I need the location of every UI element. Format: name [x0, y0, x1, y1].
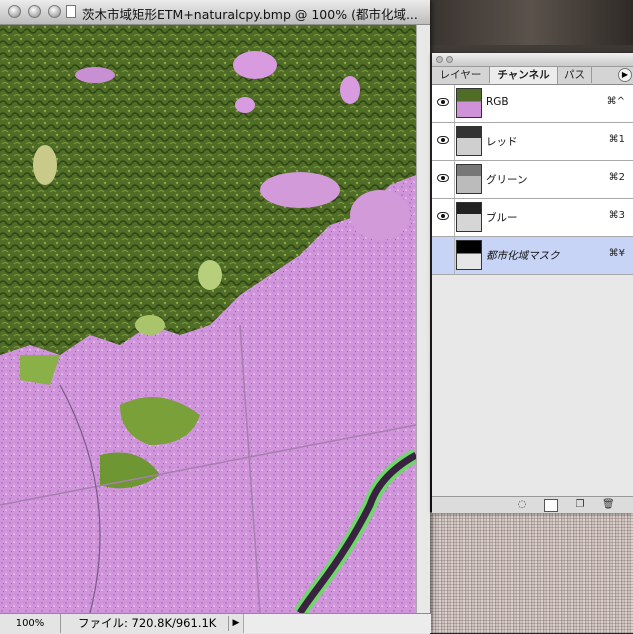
channel-name: レッド — [486, 136, 518, 148]
horizontal-scrollbar[interactable] — [243, 614, 431, 633]
visibility-toggle[interactable] — [432, 123, 455, 160]
channel-thumbnail — [456, 164, 482, 194]
desktop-area — [430, 0, 633, 45]
save-selection-icon[interactable] — [544, 499, 558, 512]
palette-close-button[interactable] — [436, 56, 443, 63]
channel-thumbnail — [456, 240, 482, 270]
status-menu-arrow-icon[interactable]: ▶ — [228, 616, 243, 631]
new-channel-icon[interactable]: ❐ — [574, 499, 586, 510]
tab-layers[interactable]: レイヤー — [432, 67, 490, 83]
title-bar[interactable]: 茨木市域矩形ETM+naturalcpy.bmp @ 100% (都市化域... — [0, 0, 430, 25]
channel-row-urban-mask[interactable]: 都市化域マスク ⌘¥ — [432, 237, 633, 275]
tab-paths[interactable]: パス — [558, 67, 592, 83]
palette-button-bar: ◌ ❐ 🗑 — [432, 496, 633, 513]
file-size-info: ファイル: 720.8K/961.1K — [78, 616, 217, 630]
minimize-button[interactable] — [28, 5, 41, 18]
document-icon — [66, 5, 76, 18]
channel-list: RGB ⌘^ レッド ⌘1 グリーン ⌘2 ブルー ⌘3 都市化域マスク ⌘¥ — [432, 85, 633, 275]
tab-channels[interactable]: チャンネル — [490, 67, 558, 84]
channel-shortcut: ⌘^ — [606, 96, 625, 107]
channel-thumbnail — [456, 88, 482, 118]
channel-row-blue[interactable]: ブルー ⌘3 — [432, 199, 633, 237]
palette-tabs: レイヤー チャンネル パス ▶ — [432, 67, 633, 85]
visibility-toggle[interactable] — [432, 85, 455, 122]
vertical-scrollbar[interactable] — [416, 25, 430, 613]
trash-icon[interactable]: 🗑 — [602, 499, 615, 510]
zoom-button[interactable] — [48, 5, 61, 18]
close-button[interactable] — [8, 5, 21, 18]
eye-icon — [437, 136, 449, 144]
channel-name: RGB — [486, 96, 509, 108]
palette-title-bar[interactable] — [432, 53, 633, 67]
channel-name: ブルー — [486, 212, 518, 224]
channel-thumbnail — [456, 202, 482, 232]
channel-name: 都市化域マスク — [486, 250, 560, 262]
channels-palette: レイヤー チャンネル パス ▶ RGB ⌘^ レッド ⌘1 グリーン ⌘2 ブル… — [432, 53, 633, 513]
channel-shortcut: ⌘¥ — [608, 248, 625, 259]
visibility-toggle[interactable] — [432, 237, 455, 274]
channel-shortcut: ⌘1 — [608, 134, 625, 145]
zoom-field[interactable]: 100% — [0, 614, 61, 633]
channel-thumbnail — [456, 126, 482, 156]
eye-icon — [437, 174, 449, 182]
visibility-toggle[interactable] — [432, 161, 455, 198]
palette-minimize-button[interactable] — [446, 56, 453, 63]
channel-row-rgb[interactable]: RGB ⌘^ — [432, 85, 633, 123]
eye-icon — [437, 212, 449, 220]
eye-icon — [437, 98, 449, 106]
channel-shortcut: ⌘2 — [608, 172, 625, 183]
desktop-image-area — [430, 512, 633, 633]
channel-row-green[interactable]: グリーン ⌘2 — [432, 161, 633, 199]
visibility-toggle[interactable] — [432, 199, 455, 236]
triangle-right-icon: ▶ — [621, 70, 629, 79]
image-canvas[interactable] — [0, 25, 416, 613]
satellite-image — [0, 25, 416, 613]
document-window: 茨木市域矩形ETM+naturalcpy.bmp @ 100% (都市化域... — [0, 0, 431, 634]
document-title: 茨木市域矩形ETM+naturalcpy.bmp @ 100% (都市化域... — [82, 7, 418, 22]
load-selection-icon[interactable]: ◌ — [516, 499, 528, 510]
channel-row-red[interactable]: レッド ⌘1 — [432, 123, 633, 161]
palette-menu-button[interactable]: ▶ — [618, 68, 632, 82]
channel-name: グリーン — [486, 174, 528, 186]
channel-shortcut: ⌘3 — [608, 210, 625, 221]
status-bar: 100% ファイル: 720.8K/961.1K ▶ — [0, 613, 431, 634]
